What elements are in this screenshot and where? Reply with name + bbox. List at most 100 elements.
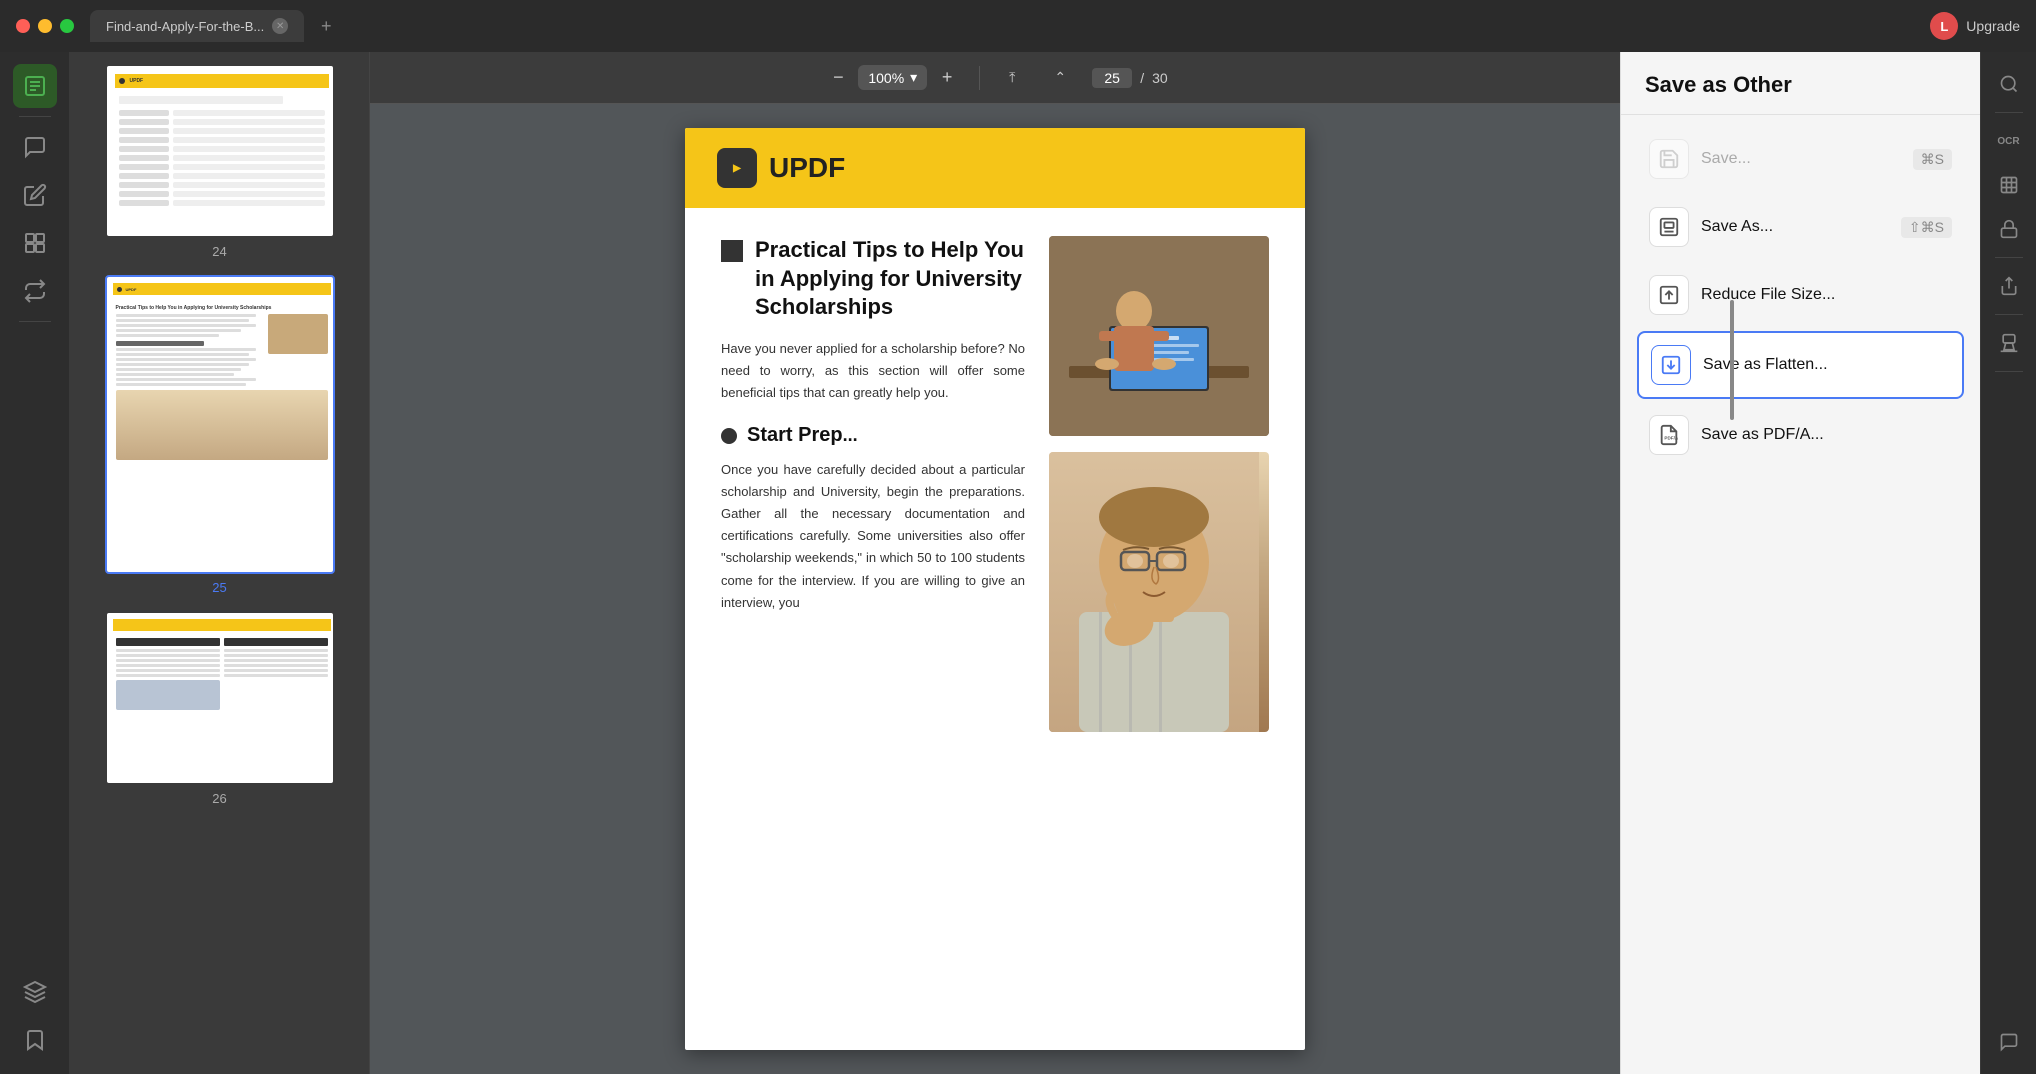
toolbar-zoom-group: − 100% ▾ + <box>822 62 963 94</box>
menu-item-save-pdfa[interactable]: PDF/A Save as PDF/A... <box>1637 403 1964 467</box>
new-tab-button[interactable]: + <box>312 12 340 40</box>
pdf-body: Practical Tips to Help You in Applying f… <box>685 208 1305 760</box>
tab-title: Find-and-Apply-For-the-B... <box>106 19 264 34</box>
zoom-display[interactable]: 100% ▾ <box>858 65 927 90</box>
sidebar-item-bookmark[interactable] <box>13 1018 57 1062</box>
bullet-dot-icon <box>721 428 737 444</box>
app-body: UPDF <box>0 52 2036 1074</box>
save-flatten-label: Save as Flatten... <box>1703 356 1828 374</box>
subheading-text: Start Prep... <box>747 424 858 447</box>
scroll-handle[interactable] <box>1730 300 1734 420</box>
tab[interactable]: Find-and-Apply-For-the-B... ✕ <box>90 10 304 42</box>
right-sidebar-convert[interactable] <box>1989 165 2029 205</box>
zoom-out-button[interactable]: − <box>822 62 854 94</box>
updf-logo-text: UPDF <box>769 152 845 184</box>
sidebar-divider-1 <box>19 116 51 117</box>
section-bullet-icon <box>721 240 743 262</box>
save-as-other-panel: Save as Other Save... ⌘S <box>1620 52 1980 1074</box>
sidebar-item-edit[interactable] <box>13 173 57 217</box>
thumbnail-frame-24[interactable]: UPDF <box>105 64 335 238</box>
close-button[interactable] <box>16 19 30 33</box>
menu-item-left: PDF/A Save as PDF/A... <box>1649 415 1824 455</box>
right-sidebar-share[interactable] <box>1989 266 2029 306</box>
thumbnail-item: 26 <box>105 611 335 806</box>
zoom-value: 100% <box>868 70 904 86</box>
right-sidebar-ocr[interactable]: OCR <box>1989 121 2029 161</box>
right-sidebar-chat[interactable] <box>1989 1022 2029 1062</box>
thumbnail-item: UPDF Practical Tips to Help You in Apply… <box>105 275 335 595</box>
menu-item-left: Save as Flatten... <box>1651 345 1828 385</box>
save-shortcut: ⌘S <box>1913 149 1952 170</box>
traffic-lights <box>16 19 74 33</box>
thumbnail-page-label: 26 <box>212 791 226 806</box>
minimize-button[interactable] <box>38 19 52 33</box>
zoom-in-button[interactable]: + <box>931 62 963 94</box>
thumbnail-frame-26[interactable] <box>105 611 335 785</box>
page-total: 30 <box>1152 70 1168 86</box>
titlebar: Find-and-Apply-For-the-B... ✕ + L Upgrad… <box>0 0 2036 52</box>
save-label: Save... <box>1701 150 1751 168</box>
updf-logo-box: ▶ <box>717 148 757 188</box>
tab-close-button[interactable]: ✕ <box>272 18 288 34</box>
panel-title: Save as Other <box>1645 72 1956 98</box>
reduce-size-icon <box>1649 275 1689 315</box>
toolbar-separator <box>979 66 980 90</box>
sidebar-item-comment[interactable] <box>13 125 57 169</box>
pdf-subparagraph: Once you have carefully decided about a … <box>721 459 1025 614</box>
right-sidebar: OCR <box>1980 52 2036 1074</box>
pdf-page: ▶ UPDF Practical Tips to Help You in App… <box>685 128 1305 1050</box>
pdf-right-column <box>1049 236 1269 732</box>
menu-item-save[interactable]: Save... ⌘S <box>1637 127 1964 191</box>
save-pdfa-icon: PDF/A <box>1649 415 1689 455</box>
avatar: L <box>1930 12 1958 40</box>
save-as-icon <box>1649 207 1689 247</box>
page-separator: / <box>1140 70 1144 86</box>
toolbar: − 100% ▾ + ⤒ ⌃ / 30 <box>370 52 1620 104</box>
sidebar-item-organize[interactable] <box>13 221 57 265</box>
save-flatten-icon <box>1651 345 1691 385</box>
thumbnail-item: UPDF <box>105 64 335 259</box>
pdf-person-image <box>1049 452 1269 732</box>
right-sidebar-stamp[interactable] <box>1989 323 2029 363</box>
main-content: − 100% ▾ + ⤒ ⌃ / 30 ▶ UPDF <box>370 52 1620 1074</box>
save-pdfa-label: Save as PDF/A... <box>1701 426 1824 444</box>
page-number-input[interactable] <box>1092 68 1132 88</box>
pdf-viewport[interactable]: ▶ UPDF Practical Tips to Help You in App… <box>370 104 1620 1074</box>
right-sidebar-divider-2 <box>1995 257 2023 258</box>
first-page-button[interactable]: ⤒ <box>996 62 1028 94</box>
menu-item-left: Save... <box>1649 139 1751 179</box>
right-sidebar-search[interactable] <box>1989 64 2029 104</box>
save-as-shortcut: ⇧⌘S <box>1901 217 1952 238</box>
menu-item-reduce-size[interactable]: Reduce File Size... <box>1637 263 1964 327</box>
right-sidebar-divider-3 <box>1995 314 2023 315</box>
right-sidebar-divider-4 <box>1995 371 2023 372</box>
thumbnail-page-label: 25 <box>212 580 226 595</box>
sidebar-item-convert[interactable] <box>13 269 57 313</box>
menu-item-left: Save As... <box>1649 207 1773 247</box>
sidebar-item-layers[interactable] <box>13 970 57 1014</box>
right-sidebar-protect[interactable] <box>1989 209 2029 249</box>
panel-header: Save as Other <box>1621 52 1980 115</box>
reduce-size-label: Reduce File Size... <box>1701 286 1835 304</box>
pdf-left-column: Practical Tips to Help You in Applying f… <box>721 236 1025 732</box>
thumbnail-page-label: 24 <box>212 244 226 259</box>
sidebar-divider-2 <box>19 321 51 322</box>
section-heading: Practical Tips to Help You in Applying f… <box>755 236 1025 322</box>
pdf-paragraph: Have you never applied for a scholarship… <box>721 338 1025 404</box>
save-icon <box>1649 139 1689 179</box>
pdf-right-image <box>1049 236 1269 436</box>
thumbnail-frame-25[interactable]: UPDF Practical Tips to Help You in Apply… <box>105 275 335 574</box>
menu-item-save-flatten[interactable]: Save as Flatten... <box>1637 331 1964 399</box>
fullscreen-button[interactable] <box>60 19 74 33</box>
upgrade-button[interactable]: L Upgrade <box>1930 12 2020 40</box>
left-sidebar <box>0 52 70 1074</box>
right-sidebar-divider-1 <box>1995 112 2023 113</box>
thumbnail-panel[interactable]: UPDF <box>70 52 370 1074</box>
sidebar-item-reader[interactable] <box>13 64 57 108</box>
bullet-section-heading: Start Prep... <box>721 424 1025 447</box>
upgrade-label: Upgrade <box>1966 18 2020 34</box>
page-display: / 30 <box>1092 68 1167 88</box>
menu-item-left: Reduce File Size... <box>1649 275 1835 315</box>
prev-page-button[interactable]: ⌃ <box>1044 62 1076 94</box>
menu-item-save-as[interactable]: Save As... ⇧⌘S <box>1637 195 1964 259</box>
